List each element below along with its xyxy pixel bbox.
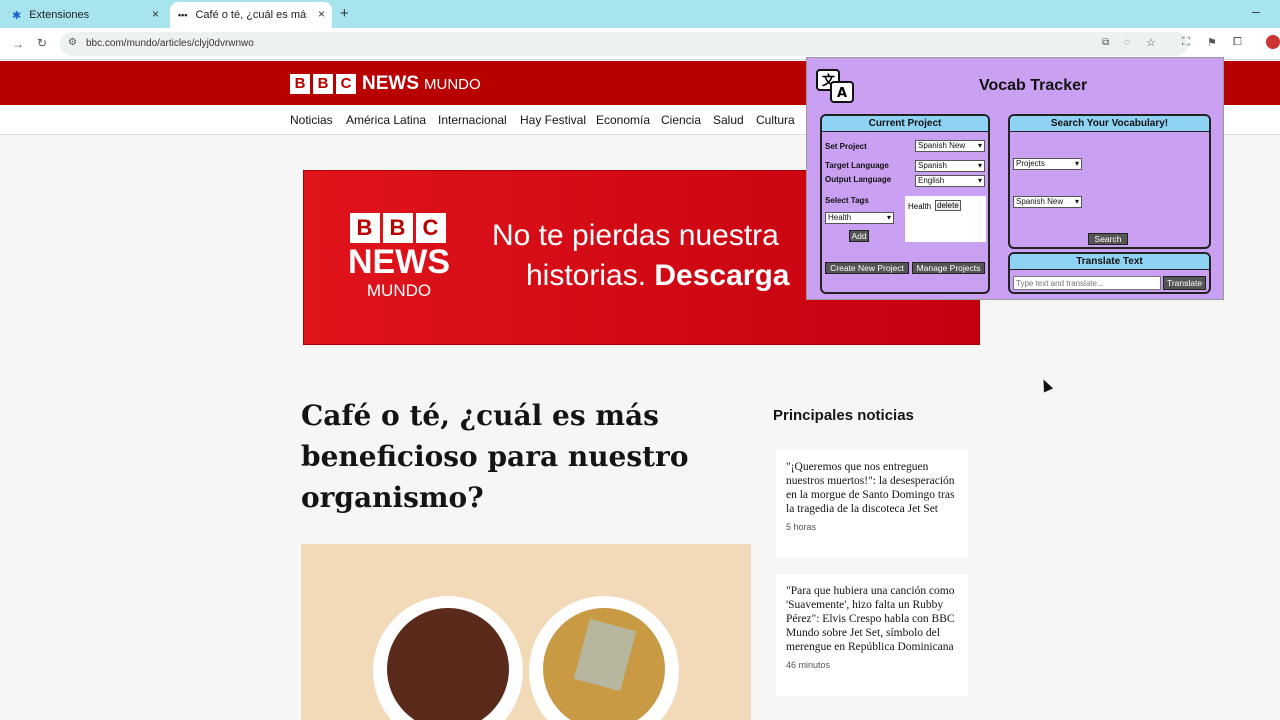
set-project-select[interactable]: Spanish New	[915, 140, 985, 152]
logo-mundo-text: MUNDO	[424, 75, 481, 93]
screenshot-icon[interactable]: ⛶	[1182, 36, 1190, 49]
popup-title: Vocab Tracker	[979, 77, 1088, 94]
logo-news-text: NEWS	[362, 73, 419, 94]
nav-cultura[interactable]: Cultura	[756, 113, 795, 127]
create-project-button[interactable]: Create New Project	[825, 262, 909, 274]
current-project-panel: Current Project Set Project Spanish New …	[820, 114, 990, 294]
nav-hay-festival[interactable]: Hay Festival	[520, 113, 586, 127]
top-stories-title: Principales noticias	[773, 407, 914, 424]
target-language-select[interactable]: Spanish	[915, 160, 985, 172]
banner-line2-plain: historias.	[526, 259, 655, 292]
story-time: 5 horas	[786, 522, 817, 532]
extensions-icon[interactable]: ⧠	[1233, 36, 1242, 49]
add-tag-button[interactable]: Add	[849, 230, 869, 242]
banner-line2: historias. Descarga	[526, 259, 789, 293]
translate-header: Translate Text	[1010, 254, 1209, 270]
puzzle-icon: ✱	[12, 9, 22, 22]
close-tab-icon[interactable]: ×	[318, 7, 325, 21]
story-card[interactable]: "Para que hubiera una canción como 'Suav…	[776, 574, 968, 696]
translate-button[interactable]: Translate	[1163, 276, 1206, 290]
coffee	[387, 608, 509, 720]
search-button[interactable]: Search	[1088, 233, 1128, 245]
manage-projects-button[interactable]: Manage Projects	[912, 262, 985, 274]
story-card[interactable]: "¡Queremos que nos entreguen nuestros mu…	[776, 450, 968, 557]
url-text[interactable]: bbc.com/mundo/articles/clyj0dvrwnwo	[86, 38, 254, 49]
banner-logo: BBC NEWS MUNDO	[348, 213, 450, 300]
star-icon[interactable]: ☆	[1146, 36, 1156, 49]
story-time: 46 minutos	[786, 660, 831, 670]
current-project-header: Current Project	[822, 116, 988, 132]
banner-line2-bold: Descarga	[654, 259, 790, 292]
address-bar[interactable]: ⚙ bbc.com/mundo/articles/clyj0dvrwnwo ⧉ …	[60, 32, 1188, 56]
tag-select[interactable]: Health	[825, 212, 894, 224]
minimize-button[interactable]: –	[1252, 3, 1260, 19]
banner-news-text: NEWS	[348, 243, 450, 281]
vocab-tracker-popup: 文 A Vocab Tracker Current Project Set Pr…	[806, 57, 1224, 300]
nav-economia[interactable]: Economía	[596, 113, 650, 127]
delete-tag-button[interactable]: delete	[935, 200, 961, 211]
nav-salud[interactable]: Salud	[713, 113, 744, 127]
tab-title: Extensiones	[29, 9, 90, 21]
eye-off-icon[interactable]: ◌	[1124, 37, 1130, 48]
projects-select[interactable]: Projects	[1013, 158, 1082, 170]
story-title[interactable]: "Para que hubiera una canción como 'Suav…	[786, 584, 958, 654]
new-tab-button[interactable]: +	[340, 5, 349, 22]
banner-line1: No te pierdas nuestra	[492, 219, 779, 252]
banner-mundo-text: MUNDO	[366, 281, 432, 300]
tab-extensions[interactable]: ✱ Extensiones ×	[4, 2, 166, 28]
bbc-favicon-icon: •••	[178, 10, 188, 20]
svg-text:A: A	[837, 86, 847, 101]
tag-list: Health delete	[905, 196, 986, 242]
translate-panel: Translate Text Translate	[1008, 252, 1211, 294]
article-headline: Café o té, ¿cuál es más beneficioso para…	[301, 399, 689, 514]
output-language-select[interactable]: English	[915, 175, 985, 187]
translate-extension-icon[interactable]: ⚑	[1207, 36, 1217, 49]
select-tags-label: Select Tags	[825, 196, 869, 205]
translate-icon: 文 A	[816, 69, 854, 103]
tab-article[interactable]: ••• Café o té, ¿cuál es más b ×	[170, 2, 332, 28]
output-language-label: Output Language	[825, 175, 892, 184]
nav-noticias[interactable]: Noticias	[290, 113, 333, 127]
story-title[interactable]: "¡Queremos que nos entreguen nuestros mu…	[786, 460, 958, 516]
nav-internacional[interactable]: Internacional	[438, 113, 507, 127]
browser-toolbar: → ↻ ⚙ bbc.com/mundo/articles/clyj0dvrwnw…	[0, 28, 1280, 60]
set-project-label: Set Project	[825, 142, 867, 151]
article-hero-image	[301, 544, 751, 720]
tab-bar: ✱ Extensiones × ••• Café o té, ¿cuál es …	[0, 0, 1280, 28]
avatar[interactable]	[1266, 35, 1280, 49]
search-header: Search Your Vocabulary!	[1010, 116, 1209, 132]
site-info-icon[interactable]: ⚙	[68, 37, 77, 48]
reload-icon[interactable]: ↻	[37, 36, 47, 50]
target-language-label: Target Language	[825, 161, 889, 170]
forward-icon[interactable]: →	[12, 37, 24, 51]
translate-input[interactable]	[1013, 276, 1161, 290]
project-name-select[interactable]: Spanish New	[1013, 196, 1082, 208]
install-icon[interactable]: ⧉	[1102, 37, 1109, 48]
tab-title: Café o té, ¿cuál es más b	[195, 9, 307, 21]
close-tab-icon[interactable]: ×	[152, 7, 159, 21]
search-vocabulary-panel: Search Your Vocabulary! Projects Spanish…	[1008, 114, 1211, 249]
nav-america-latina[interactable]: América Latina	[346, 113, 426, 127]
bbc-logo[interactable]: BBC NEWS MUNDO	[290, 73, 481, 95]
tag-item: Health	[908, 202, 932, 211]
nav-ciencia[interactable]: Ciencia	[661, 113, 701, 127]
